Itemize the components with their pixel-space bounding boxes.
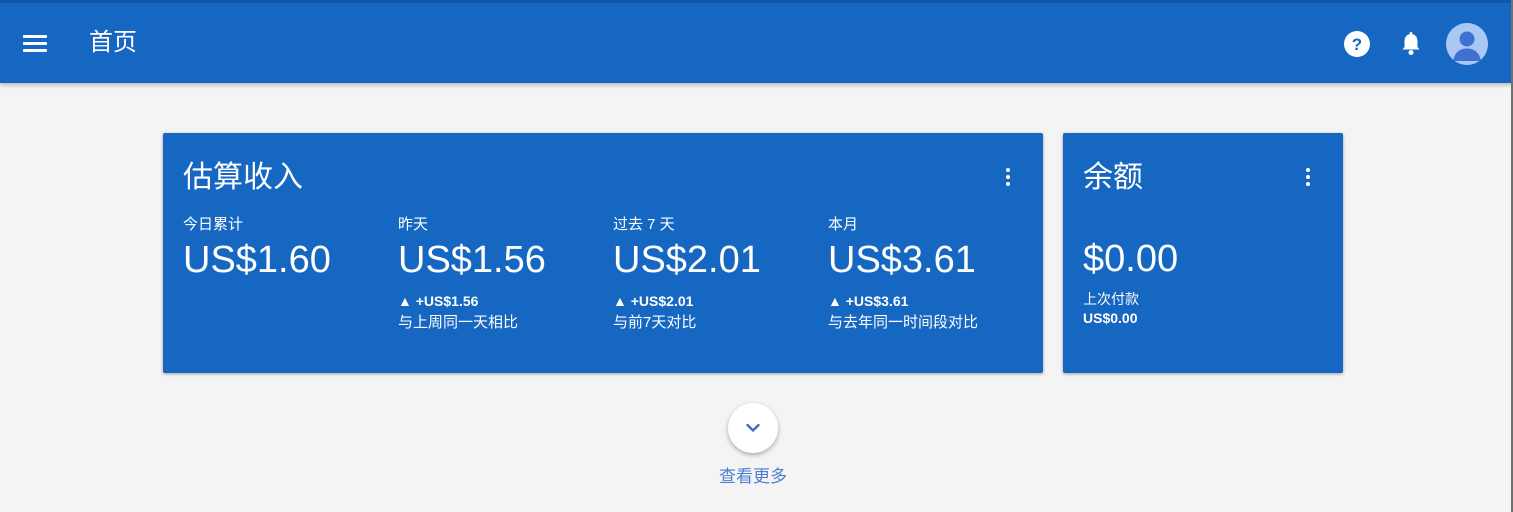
view-more-link[interactable]: 查看更多	[703, 466, 803, 488]
last-payment-value: US$0.00	[1083, 310, 1138, 326]
metric-value: US$2.01	[613, 239, 761, 281]
metric-today: 今日累计 US$1.60	[183, 215, 331, 282]
metric-value: US$1.60	[183, 239, 331, 281]
more-vert-icon[interactable]	[998, 165, 1018, 193]
metric-label: 今日累计	[183, 216, 244, 233]
metric-compare: 与前7天对比	[613, 314, 697, 331]
estimated-earnings-card: 估算收入 今日累计 US$1.60 昨天 US$1.56 ▲ +US$1.56 …	[163, 133, 1043, 373]
metric-this-month: 本月 US$3.61 ▲ +US$3.61 与去年同一时间段对比	[828, 215, 978, 333]
help-icon[interactable]: ?	[1342, 29, 1372, 59]
menu-icon[interactable]	[16, 27, 54, 63]
metric-label: 昨天	[398, 216, 429, 233]
metric-label: 本月	[828, 216, 859, 233]
bell-icon[interactable]	[1396, 29, 1426, 59]
metric-label: 过去 7 天	[613, 216, 675, 233]
metric-yesterday: 昨天 US$1.56 ▲ +US$1.56 与上周同一天相比	[398, 215, 546, 333]
page-title: 首页	[89, 29, 137, 56]
metric-last-7-days: 过去 7 天 US$2.01 ▲ +US$2.01 与前7天对比	[613, 215, 761, 333]
metric-compare: 与上周同一天相比	[398, 314, 519, 331]
balance-value: $0.00	[1083, 238, 1179, 280]
card-title: 估算收入	[183, 161, 303, 194]
metric-value: US$1.56	[398, 239, 546, 281]
card-title: 余额	[1083, 161, 1143, 194]
account-avatar-icon[interactable]	[1446, 23, 1488, 65]
more-vert-icon[interactable]	[1298, 165, 1318, 193]
last-payment-label: 上次付款	[1083, 291, 1139, 307]
expand-more-button[interactable]	[728, 403, 778, 453]
metric-delta: ▲ +US$2.01	[613, 293, 694, 309]
chevron-down-icon	[746, 423, 760, 432]
metric-delta: ▲ +US$1.56	[398, 293, 479, 309]
balance-card: 余额 $0.00 上次付款 US$0.00	[1063, 133, 1343, 373]
metric-compare: 与去年同一时间段对比	[828, 314, 979, 331]
svg-text:?: ?	[1352, 35, 1362, 54]
app-header: 首页 ?	[0, 0, 1513, 83]
metric-value: US$3.61	[828, 239, 976, 281]
metric-delta: ▲ +US$3.61	[828, 293, 909, 309]
